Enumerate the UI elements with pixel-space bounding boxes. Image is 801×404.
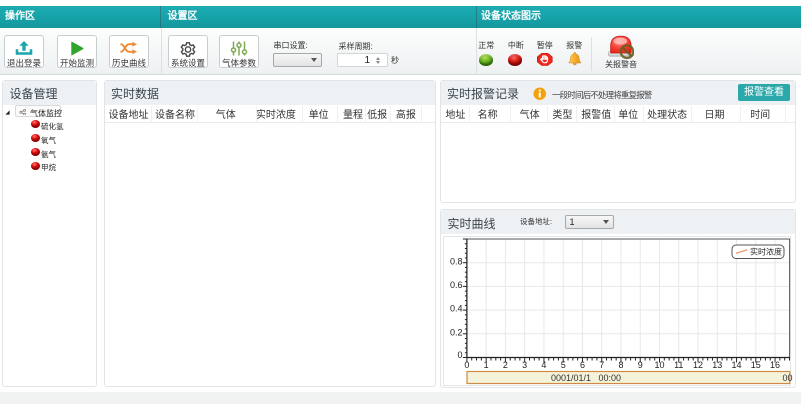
svg-text:2: 2 bbox=[503, 360, 508, 370]
svg-text:9: 9 bbox=[638, 360, 643, 370]
svg-text:4: 4 bbox=[541, 360, 546, 370]
svg-text:0001/01/1 00:00: 0001/01/1 00:00 bbox=[551, 373, 621, 383]
svg-text:0.8: 0.8 bbox=[450, 256, 463, 266]
svg-text:1: 1 bbox=[484, 360, 489, 370]
svg-text:11: 11 bbox=[674, 360, 683, 370]
svg-text:12: 12 bbox=[693, 360, 703, 370]
svg-text:16: 16 bbox=[770, 360, 780, 370]
svg-text:00: 00 bbox=[783, 373, 793, 383]
svg-text:0: 0 bbox=[464, 360, 469, 370]
svg-text:5: 5 bbox=[561, 360, 566, 370]
svg-text:15: 15 bbox=[751, 360, 761, 370]
svg-text:0.6: 0.6 bbox=[450, 280, 463, 290]
svg-text:0.4: 0.4 bbox=[450, 304, 463, 314]
svg-text:6: 6 bbox=[580, 360, 585, 370]
svg-text:实时浓度: 实时浓度 bbox=[750, 247, 782, 257]
svg-text:3: 3 bbox=[522, 360, 527, 370]
svg-text:0.2: 0.2 bbox=[450, 327, 463, 337]
svg-text:13: 13 bbox=[712, 360, 722, 370]
svg-text:0: 0 bbox=[457, 350, 462, 360]
svg-text:7: 7 bbox=[599, 360, 604, 370]
svg-text:10: 10 bbox=[654, 360, 664, 370]
svg-text:14: 14 bbox=[732, 360, 742, 370]
svg-text:8: 8 bbox=[618, 360, 623, 370]
